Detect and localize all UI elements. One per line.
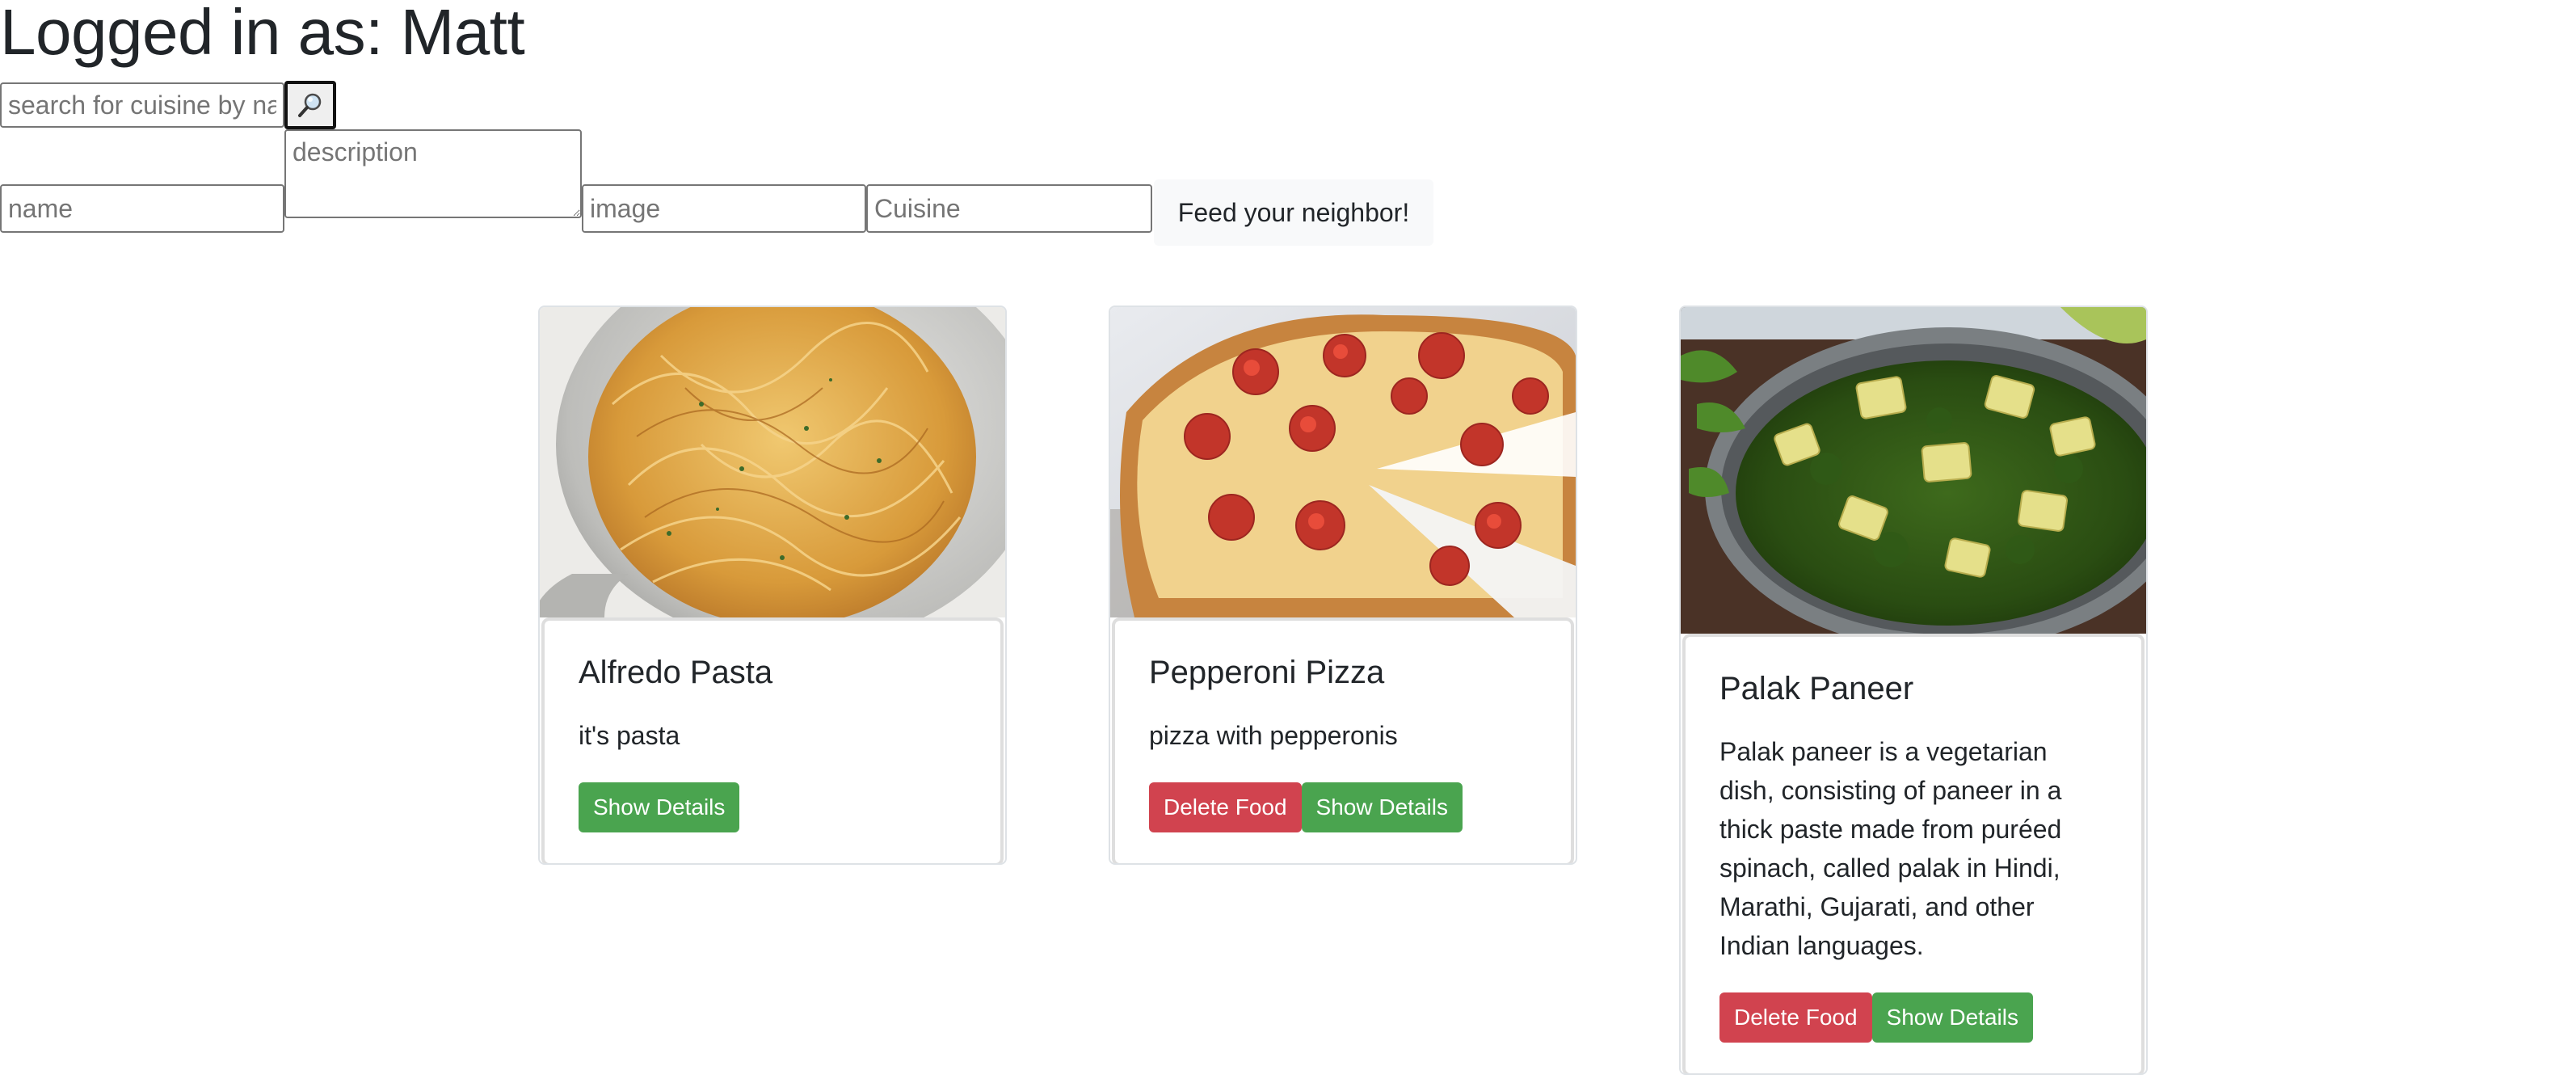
- food-card: Pepperoni Pizza pizza with pepperonis De…: [1109, 306, 1577, 865]
- feed-neighbor-button[interactable]: Feed your neighbor!: [1154, 179, 1433, 246]
- card-body: Palak Paneer Palak paneer is a vegetaria…: [1682, 634, 2145, 1073]
- card-actions: Show Details: [579, 782, 966, 832]
- description-field[interactable]: [284, 129, 582, 218]
- cuisine-field[interactable]: [866, 184, 1152, 233]
- card-body: Alfredo Pasta it's pasta Show Details: [541, 617, 1004, 863]
- card-title: Palak Paneer: [1719, 671, 1914, 706]
- palak-paneer-image: [1681, 307, 2146, 634]
- card-actions: Delete Food Show Details: [1149, 782, 1537, 832]
- magnifier-icon: [298, 93, 322, 117]
- card-actions: Delete Food Show Details: [1719, 992, 2107, 1043]
- show-details-button[interactable]: Show Details: [1301, 782, 1463, 832]
- delete-food-button[interactable]: Delete Food: [1719, 992, 1872, 1043]
- card-description: pizza with pepperonis: [1149, 721, 1398, 750]
- card-description: it's pasta: [579, 721, 680, 750]
- show-details-button[interactable]: Show Details: [579, 782, 740, 832]
- card-body: Pepperoni Pizza pizza with pepperonis De…: [1112, 617, 1574, 863]
- card-description: Palak paneer is a vegetarian dish, consi…: [1719, 737, 2062, 960]
- card-title: Pepperoni Pizza: [1149, 655, 1385, 690]
- pasta-image: [540, 307, 1005, 617]
- search-input[interactable]: [0, 82, 284, 128]
- food-card: Alfredo Pasta it's pasta Show Details: [538, 306, 1007, 865]
- card-title: Alfredo Pasta: [579, 655, 773, 690]
- pizza-image: [1110, 307, 1576, 617]
- show-details-button[interactable]: Show Details: [1871, 992, 2033, 1043]
- page-title: Logged in as: Matt: [0, 0, 525, 68]
- delete-food-button[interactable]: Delete Food: [1149, 782, 1302, 832]
- name-field[interactable]: [0, 184, 284, 233]
- food-card: Palak Paneer Palak paneer is a vegetaria…: [1679, 306, 2148, 1075]
- search-button[interactable]: [284, 81, 336, 129]
- page: Logged in as: Matt Feed your neighbor!: [0, 0, 2576, 1083]
- image-field[interactable]: [582, 184, 866, 233]
